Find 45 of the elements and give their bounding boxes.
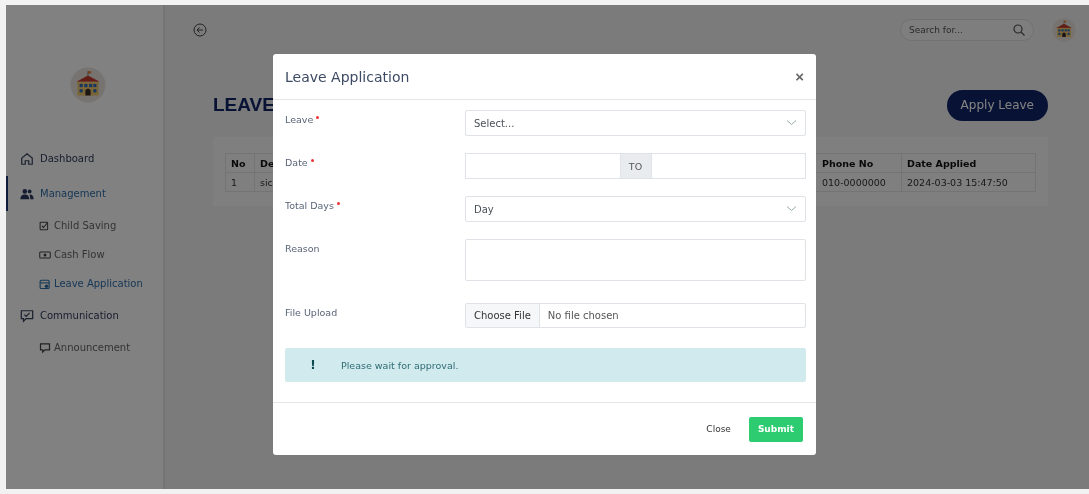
field-label: Date bbox=[285, 153, 465, 179]
people-icon bbox=[20, 186, 34, 201]
alert-text: Please wait for approval. bbox=[341, 359, 459, 371]
search-icon bbox=[1013, 24, 1025, 36]
select-field[interactable]: Select... bbox=[465, 110, 806, 136]
sidebar-item[interactable]: Announcement bbox=[6, 333, 163, 362]
sidebar-item[interactable]: Dashboard bbox=[6, 141, 163, 176]
chevron-down-icon bbox=[786, 205, 797, 213]
column-header: No bbox=[230, 156, 247, 171]
field-label: File Upload bbox=[285, 306, 339, 320]
sidebar-item[interactable]: Cash Flow bbox=[6, 240, 163, 269]
field-label: Total Days bbox=[285, 196, 465, 222]
field-label: Reason bbox=[285, 242, 321, 256]
sidebar-item[interactable]: Communication bbox=[6, 298, 163, 333]
checklist-icon bbox=[39, 219, 51, 232]
sidebar-item[interactable]: Leave Application bbox=[6, 269, 163, 298]
apply-leave-button[interactable]: Apply Leave bbox=[946, 89, 1048, 121]
file-field[interactable]: Choose File No file chosen bbox=[465, 303, 806, 328]
chat-icon bbox=[20, 308, 34, 323]
close-button[interactable]: × bbox=[793, 68, 806, 85]
column-header: Date Applied bbox=[901, 154, 1035, 172]
house-icon bbox=[20, 151, 34, 166]
search-field[interactable]: Search for... bbox=[900, 19, 1034, 41]
date-separator: TO bbox=[620, 153, 651, 179]
table-cell: 2024-03-03 15:47:50 bbox=[901, 173, 1035, 191]
dialog-title: Leave Application bbox=[285, 68, 410, 85]
exclamation-icon: ! bbox=[285, 358, 341, 372]
field-label: Leave bbox=[285, 110, 465, 136]
column-header: Phone No bbox=[821, 156, 875, 171]
reason-field[interactable] bbox=[465, 239, 806, 281]
date-field[interactable] bbox=[465, 153, 621, 179]
calendar-icon bbox=[39, 277, 51, 290]
speech-bubble-icon bbox=[39, 341, 51, 354]
school-logo-icon bbox=[69, 67, 106, 103]
select-field[interactable]: Day bbox=[465, 196, 806, 222]
banknote-icon bbox=[39, 248, 51, 261]
chevron-down-icon bbox=[786, 119, 797, 127]
sidebar-item[interactable]: Management bbox=[6, 176, 163, 211]
table-cell-text: 010-0000000 bbox=[821, 175, 887, 190]
school-avatar-icon[interactable] bbox=[1052, 18, 1076, 42]
close-button[interactable]: Close bbox=[700, 423, 737, 435]
sidebar-item[interactable]: Child Saving bbox=[6, 211, 163, 240]
date-field[interactable] bbox=[650, 153, 806, 179]
table-cell-text: 1 bbox=[230, 175, 239, 190]
page-heading: LEAVE bbox=[213, 94, 275, 116]
